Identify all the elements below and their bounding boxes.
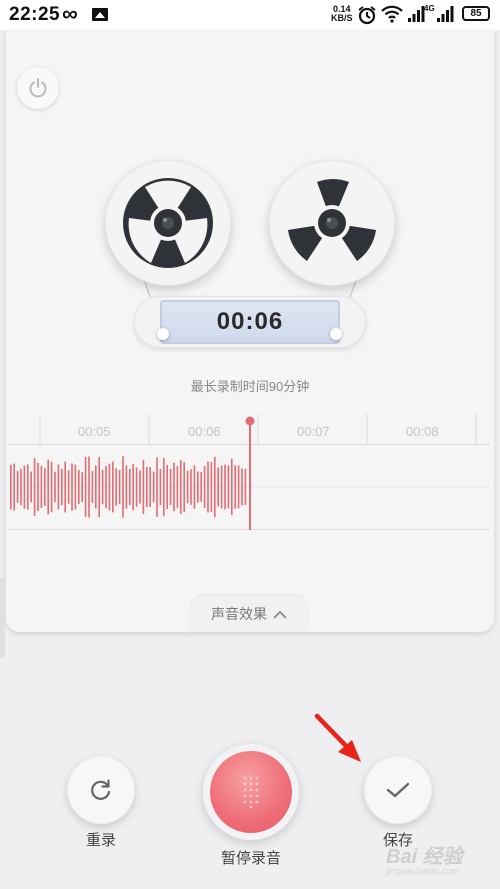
waveform-bar <box>30 471 32 503</box>
waveform-bar <box>176 466 179 508</box>
refresh-icon <box>91 779 111 800</box>
waveform-bar <box>27 464 29 510</box>
waveform-bar <box>142 459 145 515</box>
waveform-bar <box>139 470 141 504</box>
waveform-bar <box>23 465 26 509</box>
reel-icon <box>123 178 213 268</box>
rerecord-button[interactable] <box>67 756 135 824</box>
waveform-bar <box>190 469 192 505</box>
save-button[interactable] <box>364 756 432 824</box>
waveform-bar <box>88 456 90 518</box>
watermark: Bai 经验 jingyan.baidu.com <box>386 840 463 876</box>
pause-recording-label: 暂停录音 <box>220 850 281 867</box>
waveform-bar <box>132 463 134 511</box>
waveform-bar <box>156 457 158 517</box>
waveform-bar <box>37 463 39 511</box>
sound-effects-tab[interactable]: 声音效果 <box>191 596 307 632</box>
waveform-bar <box>118 470 121 504</box>
waveform-bar <box>149 467 151 507</box>
waveform-bar <box>64 461 66 513</box>
waveform-bar <box>125 465 128 509</box>
watermark-logo: Bai 经验 <box>386 846 463 868</box>
waveform-bar <box>115 468 117 506</box>
rerecord-label: 重录 <box>85 832 116 849</box>
waveform-bar <box>50 461 53 513</box>
waveform <box>8 414 490 530</box>
waveform-bar <box>16 471 19 503</box>
watermark-url: jingyan.baidu.com <box>386 866 459 876</box>
waveform-bar <box>57 464 60 510</box>
waveform-bar <box>244 469 247 505</box>
waveform-bar <box>200 472 202 502</box>
elapsed-time-display: 00:06 <box>160 300 340 344</box>
microphone-icon <box>243 776 259 809</box>
waveform-bar <box>169 469 172 505</box>
waveform-bar <box>207 461 209 513</box>
right-tape-reel <box>269 160 395 286</box>
waveform-bar <box>227 465 230 509</box>
left-tape-reel <box>105 160 231 286</box>
tape-pin <box>157 328 169 340</box>
waveform-bar <box>10 464 12 510</box>
waveform-bar <box>210 462 213 512</box>
waveform-bar <box>54 471 56 503</box>
waveform-bar <box>214 456 216 518</box>
waveform-bar <box>74 464 77 510</box>
waveform-bar <box>193 465 196 509</box>
waveform-bar <box>78 470 80 504</box>
waveform-bar <box>108 463 111 511</box>
waveform-bar <box>186 470 189 504</box>
checkmark-icon <box>386 782 410 798</box>
waveform-bar <box>98 456 100 518</box>
waveform-bar <box>203 466 206 508</box>
waveform-bar <box>146 467 148 507</box>
waveform-bar <box>166 465 168 509</box>
playhead-knob[interactable] <box>245 416 255 426</box>
waveform-bar <box>241 468 243 506</box>
waveform-bar <box>159 468 162 505</box>
waveform-bar <box>112 461 114 513</box>
chevron-up-icon <box>273 610 287 619</box>
waveform-bar <box>67 470 70 504</box>
waveform-bar <box>20 468 22 506</box>
waveform-bar <box>47 459 49 515</box>
waveform-bar <box>101 469 104 505</box>
waveform-bar <box>163 458 165 517</box>
waveform-bar <box>105 465 107 509</box>
waveform-bar <box>129 469 131 505</box>
pause-recording-button[interactable] <box>203 744 299 840</box>
waveform-bar <box>217 467 219 507</box>
waveform-bar <box>40 466 43 508</box>
waveform-bar <box>81 472 83 502</box>
waveform-bar <box>183 461 185 513</box>
waveform-bar <box>71 463 73 511</box>
waveform-bar <box>61 469 63 505</box>
waveform-bar <box>122 456 124 518</box>
waveform-bar <box>197 471 199 503</box>
pause-recording-core <box>210 751 292 833</box>
waveform-bar <box>135 467 138 507</box>
waveform-bar <box>91 470 94 503</box>
waveform-bar <box>13 463 15 511</box>
waveform-bar <box>231 458 233 516</box>
waveform-bar <box>95 465 97 509</box>
waveform-bar <box>180 460 182 514</box>
waveform-bar <box>33 458 36 516</box>
max-duration-note: 最长录制时间90分钟 <box>190 379 310 394</box>
waveform-bar <box>220 465 223 509</box>
waveform-bar <box>237 465 240 509</box>
tape-pin <box>330 328 342 340</box>
sound-effects-label: 声音效果 <box>211 606 267 622</box>
reel-icon <box>287 178 377 268</box>
waveform-bar <box>84 457 87 517</box>
waveform-bar <box>152 471 155 503</box>
waveform-bar <box>44 468 46 506</box>
waveform-bar <box>173 462 175 512</box>
waveform-bar <box>234 465 236 509</box>
waveform-bar <box>224 464 226 510</box>
